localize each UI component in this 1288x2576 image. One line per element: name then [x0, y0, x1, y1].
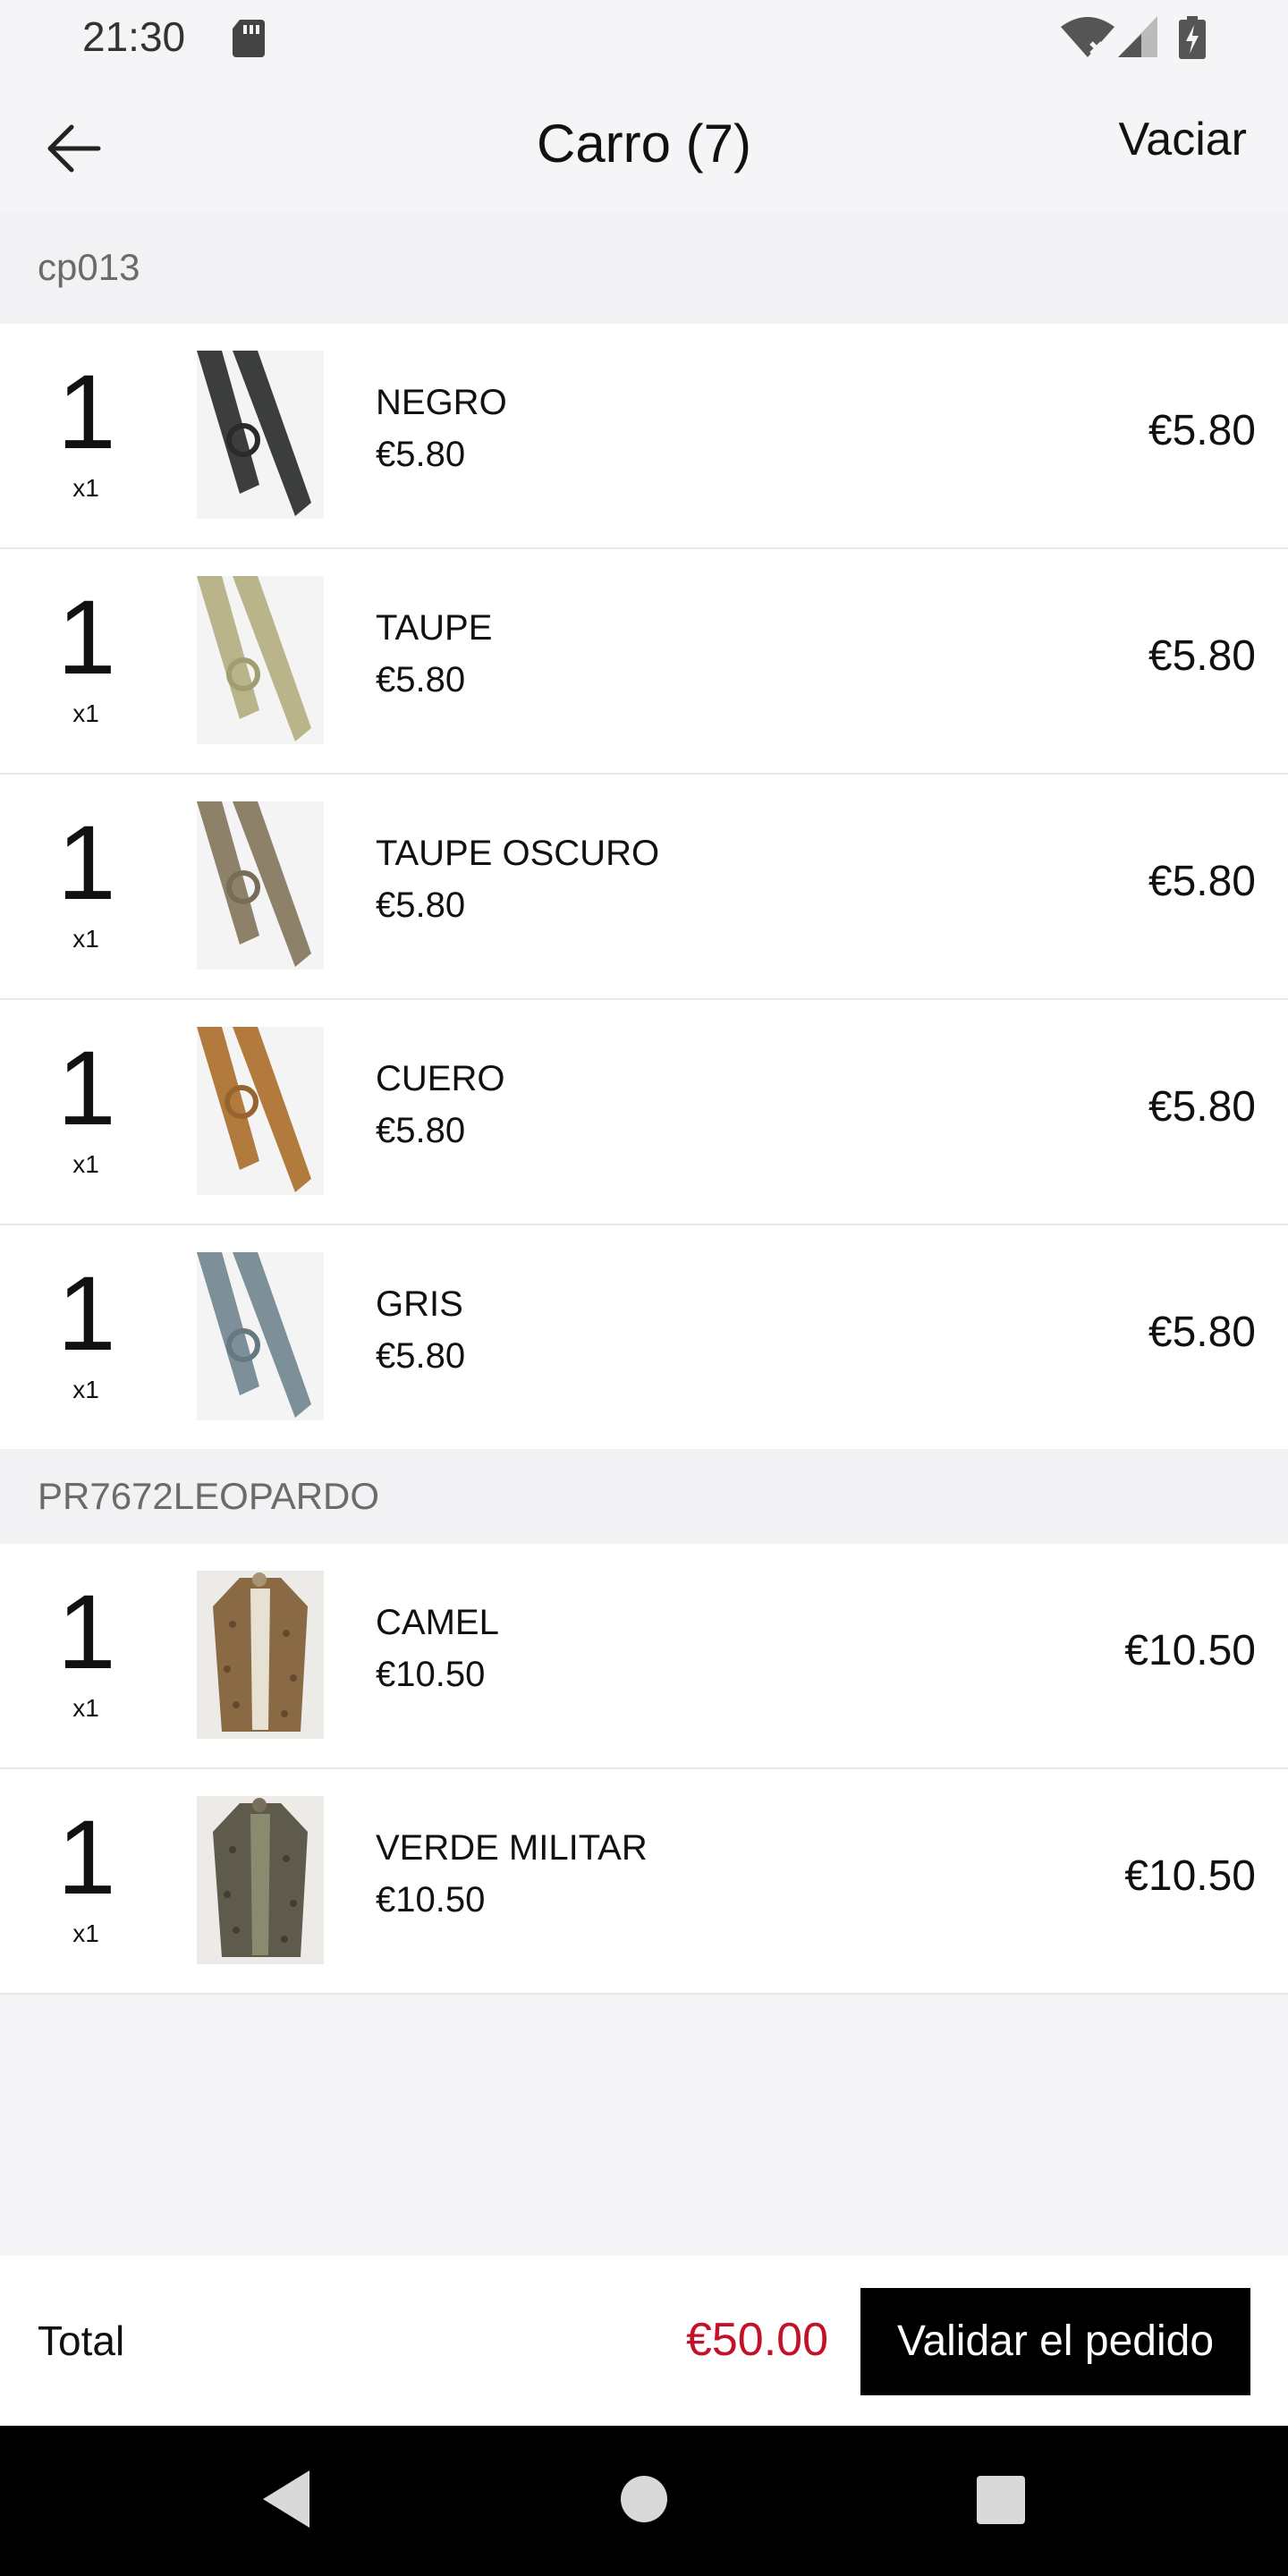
cart-item-row[interactable]: 1 x1 GRIS €5.80 €5.80 — [0, 1225, 1288, 1451]
kimono-image — [197, 1571, 324, 1739]
item-unit-price: €5.80 — [376, 435, 466, 474]
item-unit-price: €5.80 — [376, 1111, 466, 1150]
belt-image — [197, 1252, 311, 1418]
item-line-total: €5.80 — [1148, 407, 1256, 454]
product-thumbnail — [197, 351, 324, 519]
cart-item-row[interactable]: 1 x1 CAMEL €10.50 €10.50 — [0, 1544, 1288, 1769]
product-thumbnail — [197, 1027, 324, 1195]
item-name: TAUPE — [376, 608, 493, 648]
product-thumbnail — [197, 1252, 324, 1420]
item-line-total: €5.80 — [1148, 1309, 1256, 1356]
status-bar: 21:30 — [0, 0, 1288, 77]
cart-item-row[interactable]: 1 x1 TAUPE €5.80 €5.80 — [0, 549, 1288, 775]
item-line-total: €5.80 — [1148, 858, 1256, 905]
item-line-total: €5.80 — [1148, 1083, 1256, 1131]
item-quantity-multiplier: x1 — [72, 1150, 99, 1178]
nav-back-icon[interactable] — [259, 2469, 313, 2529]
product-thumbnail — [197, 801, 324, 970]
item-line-total: €10.50 — [1124, 1627, 1256, 1674]
product-thumbnail — [197, 1796, 324, 1964]
item-quantity: 1 — [57, 804, 116, 922]
item-unit-price: €10.50 — [376, 1880, 486, 1919]
cart-item-row[interactable]: 1 x1 NEGRO €5.80 €5.80 — [0, 324, 1288, 549]
kimono-image — [197, 1796, 324, 1964]
total-value: €50.00 — [685, 2314, 828, 2366]
item-quantity-multiplier: x1 — [72, 474, 99, 502]
total-label: Total — [38, 2318, 125, 2364]
battery-icon — [1179, 16, 1206, 59]
cart-item-row[interactable]: 1 x1 CUERO €5.80 €5.80 — [0, 1000, 1288, 1225]
belt-image — [197, 801, 311, 967]
group-header: cp013 — [0, 211, 1288, 324]
item-quantity-multiplier: x1 — [72, 925, 99, 953]
item-quantity: 1 — [57, 1573, 116, 1691]
nav-recents-icon[interactable] — [977, 2476, 1025, 2524]
item-unit-price: €5.80 — [376, 886, 466, 925]
item-unit-price: €10.50 — [376, 1655, 486, 1694]
item-quantity: 1 — [57, 1799, 116, 1917]
item-quantity: 1 — [57, 1030, 116, 1148]
group-header: PR7672LEOPARDO — [0, 1449, 1288, 1544]
belt-image — [197, 1027, 311, 1192]
item-name: NEGRO — [376, 383, 507, 422]
item-name: GRIS — [376, 1284, 463, 1324]
item-quantity-multiplier: x1 — [72, 699, 99, 727]
page-title: Carro (7) — [536, 114, 752, 174]
validate-order-button[interactable]: Validar el pedido — [860, 2288, 1250, 2395]
sd-card-icon — [233, 20, 265, 57]
item-name: CAMEL — [376, 1603, 499, 1642]
app-bar: Carro (7) Vaciar — [0, 77, 1288, 211]
signal-icon — [1118, 16, 1157, 57]
nav-home-icon[interactable] — [621, 2476, 667, 2522]
product-thumbnail — [197, 1571, 324, 1739]
item-quantity: 1 — [57, 353, 116, 471]
system-nav-bar — [0, 2426, 1288, 2576]
cart-item-row[interactable]: 1 x1 VERDE MILITAR €10.50 €10.50 — [0, 1769, 1288, 1995]
item-quantity-multiplier: x1 — [72, 1919, 99, 1947]
cart-item-row[interactable]: 1 x1 TAUPE OSCURO €5.80 €5.80 — [0, 775, 1288, 1000]
checkout-bar: Total €50.00 Validar el pedido — [0, 2256, 1288, 2426]
item-unit-price: €5.80 — [376, 660, 466, 699]
item-name: CUERO — [376, 1059, 505, 1098]
item-quantity-multiplier: x1 — [72, 1694, 99, 1722]
item-unit-price: €5.80 — [376, 1336, 466, 1376]
item-quantity: 1 — [57, 579, 116, 697]
item-name: VERDE MILITAR — [376, 1828, 648, 1868]
product-thumbnail — [197, 576, 324, 744]
belt-image — [197, 576, 311, 741]
clear-cart-button[interactable]: Vaciar — [1118, 113, 1247, 166]
wifi-icon — [1061, 17, 1114, 57]
belt-image — [197, 351, 311, 516]
item-line-total: €10.50 — [1124, 1852, 1256, 1900]
item-line-total: €5.80 — [1148, 632, 1256, 680]
item-quantity-multiplier: x1 — [72, 1376, 99, 1403]
item-name: TAUPE OSCURO — [376, 834, 660, 873]
item-quantity: 1 — [57, 1255, 116, 1373]
status-time: 21:30 — [82, 13, 186, 60]
